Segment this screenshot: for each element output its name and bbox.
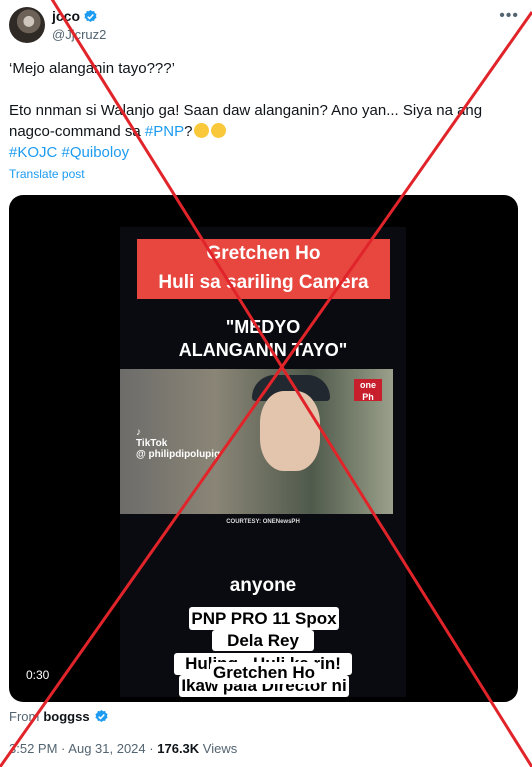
post-date[interactable]: Aug 31, 2024 xyxy=(68,741,145,756)
video-source: From boggss xyxy=(9,709,109,724)
tweet-line-2-end: ? xyxy=(184,123,193,140)
translate-post-link[interactable]: Translate post xyxy=(9,167,85,181)
hashtag-kojc[interactable]: #KOJC xyxy=(9,144,57,161)
views-count: 176.3K xyxy=(157,741,200,756)
quote-line-1: "MEDYO xyxy=(225,317,301,337)
headline-banner-2: Huli sa sariling Camera xyxy=(137,269,390,299)
grimacing-emoji-icon xyxy=(194,123,210,138)
quote-line-2: ALANGANIN TAYO" xyxy=(178,340,348,360)
views-label: Views xyxy=(202,741,238,756)
author-display-name[interactable]: jcco xyxy=(52,8,80,24)
from-label: From xyxy=(9,709,40,724)
more-options-icon[interactable]: ••• xyxy=(499,7,519,25)
courtesy-caption: COURTESY: ONENewsPH xyxy=(226,519,300,525)
meta-separator: · xyxy=(149,741,154,756)
tiktok-icon: ♪ xyxy=(136,427,141,438)
tiktok-label: TikTok xyxy=(136,438,168,449)
one-logo-sub: Ph xyxy=(362,392,374,402)
video-photo: one Ph ♪ TikTok @ philipdipolupig xyxy=(120,369,393,514)
caption-box-1: PNP PRO 11 Spox xyxy=(189,607,339,630)
one-logo-text: one xyxy=(359,380,376,390)
author-handle[interactable]: @Jjcruz2 xyxy=(52,27,106,42)
tweet-hashtags: #KOJC #Quiboloy xyxy=(9,142,514,163)
tiktok-watermark: ♪ TikTok @ philipdipolupig xyxy=(136,427,220,460)
caption-anyone: anyone xyxy=(229,575,297,596)
author-name-row: jcco xyxy=(52,8,98,24)
tweet-line-1: ‘Mejo alanganin tayo???’ xyxy=(9,60,175,77)
tweet-line-2: Eto nnman si Walanjo ga! Saan daw alanga… xyxy=(9,100,514,142)
hashtag-quiboloy[interactable]: #Quiboloy xyxy=(62,144,130,161)
video-duration: 0:30 xyxy=(19,666,57,684)
source-user-link[interactable]: boggss xyxy=(43,709,89,724)
tiktok-username: @ philipdipolupig xyxy=(136,449,221,460)
tweet-text: ‘Mejo alanganin tayo???’ Eto nnman si Wa… xyxy=(9,58,514,163)
video-frame: Gretchen Ho Huli sa sariling Camera "MED… xyxy=(120,227,406,697)
shushing-emoji-icon xyxy=(211,123,227,138)
post-time[interactable]: 3:52 PM xyxy=(9,741,57,756)
tweet-line-2-text: Eto nnman si Walanjo ga! Saan daw alanga… xyxy=(9,102,483,140)
video-player[interactable]: Gretchen Ho Huli sa sariling Camera "MED… xyxy=(9,195,518,702)
avatar[interactable] xyxy=(9,7,45,43)
post-metadata: 3:52 PM · Aug 31, 2024 · 176.3K Views xyxy=(9,741,237,756)
verified-badge-icon xyxy=(84,9,97,22)
caption-box-5: Gretchen Ho xyxy=(210,662,318,684)
headline-banner-1: Gretchen Ho xyxy=(137,239,390,269)
verified-badge-icon xyxy=(95,709,108,722)
meta-separator: · xyxy=(61,741,66,756)
one-news-logo: one Ph xyxy=(354,379,382,402)
tweet-header: jcco @Jjcruz2 ••• xyxy=(9,7,523,47)
face-shape xyxy=(260,391,320,471)
caption-box-2: Dela Rey xyxy=(212,630,314,651)
hashtag-pnp[interactable]: #PNP xyxy=(145,123,184,140)
